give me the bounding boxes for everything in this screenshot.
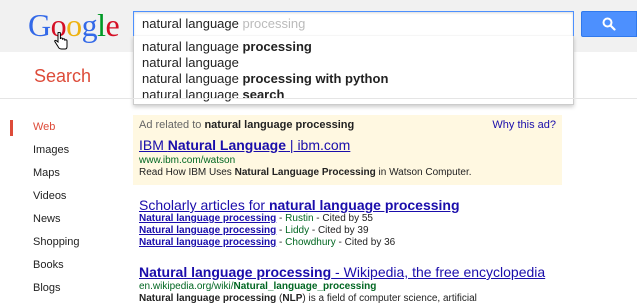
suggestion-prefix: natural language bbox=[142, 55, 239, 70]
ad-title-prefix: IBM bbox=[139, 137, 168, 153]
scholar-article-link[interactable]: Natural language processing bbox=[139, 225, 276, 236]
suggestion-prefix: natural language bbox=[142, 71, 243, 86]
ad-title-link[interactable]: IBM Natural Language | ibm.com bbox=[139, 137, 350, 153]
search-input[interactable]: natural language processing bbox=[133, 11, 574, 37]
suggestion-item[interactable]: natural language bbox=[142, 54, 239, 71]
sidebar-item-web[interactable]: Web bbox=[33, 121, 55, 133]
search-completion-text: processing bbox=[238, 16, 306, 31]
scholar-title-prefix: Scholarly articles for bbox=[139, 197, 269, 213]
scholar-title-bold: natural language processing bbox=[268, 197, 460, 213]
search-button[interactable] bbox=[581, 11, 637, 37]
ad-desc-prefix: Read How IBM Uses bbox=[139, 167, 235, 178]
autocomplete-dropdown: natural language processing natural lang… bbox=[133, 36, 574, 105]
scholar-result: Scholarly articles for natural language … bbox=[139, 197, 460, 249]
search-section-label: Search bbox=[34, 66, 92, 86]
suggestion-bold: search bbox=[242, 87, 285, 102]
ad-related-prefix: Ad related to bbox=[139, 119, 205, 131]
header-divider bbox=[0, 98, 637, 99]
suggestion-item[interactable]: natural language search bbox=[142, 86, 284, 103]
logo-letter: g bbox=[81, 7, 98, 43]
ad-block: Ad related to natural language processin… bbox=[133, 115, 562, 185]
search-typed-text: natural language bbox=[142, 16, 239, 31]
ad-url: www.ibm.com/watson bbox=[139, 155, 236, 166]
suggestion-prefix: natural language bbox=[142, 39, 243, 54]
suggestion-item[interactable]: natural language processing with python bbox=[142, 70, 388, 87]
scholar-article-link[interactable]: Natural language processing bbox=[139, 213, 276, 224]
google-logo[interactable]: Google bbox=[28, 6, 120, 44]
hand-cursor-icon bbox=[54, 32, 68, 50]
logo-letter: e bbox=[105, 7, 120, 43]
wiki-title-suffix: - Wikipedia, the free encyclopedia bbox=[331, 264, 546, 280]
scholar-article-link[interactable]: Natural language processing bbox=[139, 237, 276, 248]
ad-related-label: Ad related to natural language processin… bbox=[139, 119, 354, 131]
scholar-author-link[interactable]: Liddy bbox=[285, 225, 309, 236]
wiki-desc-suffix: ) is a field of computer science, artifi… bbox=[302, 293, 477, 304]
ad-related-query: natural language processing bbox=[204, 119, 355, 131]
suggestion-bold: processing bbox=[242, 39, 312, 54]
scholar-row: Natural language processing - Liddy - Ci… bbox=[139, 225, 369, 236]
sidebar-item-videos[interactable]: Videos bbox=[33, 190, 66, 202]
why-this-ad-link[interactable]: Why this ad? bbox=[492, 119, 556, 131]
ad-title-suffix: | ibm.com bbox=[286, 137, 351, 153]
suggestion-item[interactable]: natural language processing bbox=[142, 38, 312, 55]
scholar-title-link[interactable]: Scholarly articles for natural language … bbox=[139, 197, 460, 213]
wiki-desc-bold: Natural language processing bbox=[139, 293, 277, 304]
wiki-url: en.wikipedia.org/wiki/Natural_language_p… bbox=[139, 281, 545, 292]
wiki-title-bold: Natural language processing bbox=[139, 264, 332, 280]
wiki-snippet: Natural language processing (NLP) is a f… bbox=[139, 293, 545, 304]
wiki-title-link[interactable]: Natural language processing - Wikipedia,… bbox=[139, 264, 545, 280]
suggestion-prefix: natural language bbox=[142, 87, 243, 102]
scholar-author-link[interactable]: Chowdhury bbox=[285, 237, 336, 248]
ad-desc-suffix: in Watson Computer. bbox=[375, 167, 472, 178]
sidebar-item-news[interactable]: News bbox=[33, 213, 61, 225]
logo-letter: l bbox=[97, 7, 106, 43]
logo-letter: G bbox=[28, 7, 51, 43]
ad-desc-bold: Natural Language Processing bbox=[234, 167, 376, 178]
sidebar-item-images[interactable]: Images bbox=[33, 144, 69, 156]
wiki-url-bold: Natural_language_processing bbox=[233, 281, 377, 292]
ad-title-bold: Natural Language bbox=[167, 137, 287, 153]
suggestion-bold: processing with python bbox=[242, 71, 389, 86]
scholar-author-link[interactable]: Rustin bbox=[285, 213, 313, 224]
sidebar-item-books[interactable]: Books bbox=[33, 259, 64, 271]
scholar-cited-by[interactable]: Cited by 55 bbox=[322, 213, 373, 224]
sidebar-item-blogs[interactable]: Blogs bbox=[33, 282, 61, 294]
scholar-cited-by[interactable]: Cited by 39 bbox=[318, 225, 369, 236]
scholar-cited-by[interactable]: Cited by 36 bbox=[345, 237, 396, 248]
wiki-desc-bold2: NLP bbox=[282, 293, 303, 304]
scholar-row: Natural language processing - Rustin - C… bbox=[139, 213, 373, 224]
ad-description: Read How IBM Uses Natural Language Proce… bbox=[139, 167, 472, 178]
scholar-row: Natural language processing - Chowdhury … bbox=[139, 237, 396, 248]
active-indicator bbox=[10, 120, 13, 136]
wikipedia-result: Natural language processing - Wikipedia,… bbox=[139, 264, 545, 304]
sidebar-item-maps[interactable]: Maps bbox=[33, 167, 60, 179]
wiki-url-prefix: en.wikipedia.org/wiki/ bbox=[139, 281, 234, 292]
sidebar-item-shopping[interactable]: Shopping bbox=[33, 236, 80, 248]
search-icon bbox=[602, 17, 616, 31]
